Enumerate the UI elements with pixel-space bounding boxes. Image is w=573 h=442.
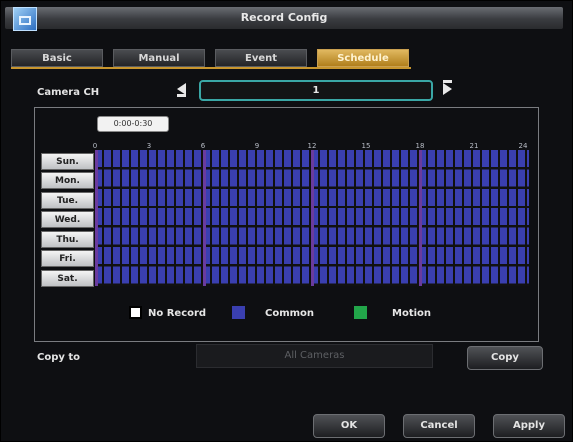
ok-button[interactable]: OK [313, 414, 385, 438]
title-bar: Record Config [5, 7, 563, 31]
hour-marker [95, 150, 98, 286]
day-button-thu[interactable]: Thu. [41, 231, 94, 248]
arrow-left-icon[interactable] [177, 83, 186, 97]
copy-to-label: Copy to [37, 352, 81, 363]
day-button-fri[interactable]: Fri. [41, 250, 94, 267]
cancel-button[interactable]: Cancel [403, 414, 475, 438]
hour-label: 6 [200, 142, 206, 150]
copy-to-select[interactable]: All Cameras [196, 344, 433, 368]
hour-label: 9 [254, 142, 260, 150]
legend-motion: Motion [392, 308, 432, 319]
legend-no-record: No Record [148, 308, 207, 319]
copy-button[interactable]: Copy [467, 346, 543, 370]
day-button-mon[interactable]: Mon. [41, 172, 94, 189]
tab-event[interactable]: Event [215, 49, 307, 67]
hour-marker [311, 150, 314, 286]
day-button-sun[interactable]: Sun. [41, 153, 94, 170]
legend: No Record Common Motion [129, 306, 459, 322]
motion-swatch [354, 306, 367, 319]
common-swatch [232, 306, 245, 319]
tab-underline [11, 67, 411, 69]
apply-button[interactable]: Apply [493, 414, 565, 438]
legend-common: Common [265, 308, 315, 319]
arrow-right-icon[interactable] [443, 80, 452, 95]
tab-bar: Basic Manual Event Schedule [11, 49, 411, 67]
hour-label: 12 [307, 142, 317, 150]
time-range-tooltip: 0:00-0:30 [97, 116, 169, 132]
hour-label: 3 [146, 142, 152, 150]
hour-label: 15 [361, 142, 371, 150]
tab-manual[interactable]: Manual [113, 49, 205, 67]
hour-marker [419, 150, 422, 286]
hour-marker [203, 150, 206, 286]
camera-ch-label: Camera CH [37, 87, 100, 98]
record-config-window: Record Config Basic Manual Event Schedul… [0, 0, 573, 442]
hour-label: 21 [469, 142, 479, 150]
no-record-swatch [129, 306, 142, 319]
tab-schedule[interactable]: Schedule [317, 49, 409, 67]
tab-basic[interactable]: Basic [11, 49, 103, 67]
hour-label: 0 [92, 142, 98, 150]
window-title: Record Config [240, 11, 328, 24]
hour-label: 18 [415, 142, 425, 150]
day-button-wed[interactable]: Wed. [41, 211, 94, 228]
hour-label: 24 [518, 142, 528, 150]
day-button-tue[interactable]: Tue. [41, 192, 94, 209]
day-button-sat[interactable]: Sat. [41, 270, 94, 287]
camera-ch-field[interactable]: 1 [199, 80, 433, 101]
